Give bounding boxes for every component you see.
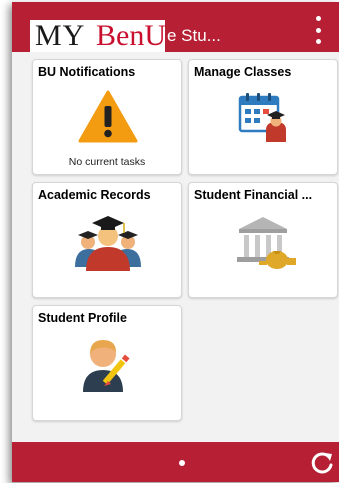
- more-options-icon[interactable]: [312, 16, 324, 44]
- page-indicator[interactable]: [179, 460, 185, 466]
- tile-subtitle: No current tasks: [68, 156, 146, 168]
- app-frame: MY BenU e Stu... BU Notifications No cur…: [12, 2, 339, 482]
- tile-student-profile[interactable]: Student Profile: [32, 305, 182, 421]
- graduates-group-icon: [75, 216, 141, 271]
- page-title: e Stu...: [167, 26, 221, 45]
- user-edit-icon: [83, 340, 130, 392]
- logo-bu-text: BenU: [96, 19, 166, 52]
- bank-money-icon: [237, 217, 296, 269]
- tile-title: Student Financial ...: [194, 188, 313, 202]
- tile-student-financial[interactable]: Student Financial ...: [188, 182, 338, 298]
- logo: MY BenU: [30, 19, 166, 52]
- tile-title: BU Notifications: [38, 65, 136, 79]
- tile-title: Student Profile: [38, 311, 127, 325]
- tile-manage-classes[interactable]: Manage Classes: [188, 59, 338, 175]
- warning-icon: [78, 90, 138, 143]
- logo-my-text: MY: [35, 19, 86, 52]
- refresh-icon[interactable]: [309, 450, 335, 476]
- footer-bar: [12, 442, 339, 482]
- calendar-graduate-icon: [238, 93, 286, 142]
- tile-academic-records[interactable]: Academic Records: [32, 182, 182, 298]
- tile-bu-notifications[interactable]: BU Notifications No current tasks: [32, 59, 182, 175]
- header-bar: MY BenU e Stu...: [12, 2, 339, 52]
- tile-title: Academic Records: [38, 188, 151, 202]
- tile-title: Manage Classes: [194, 65, 292, 79]
